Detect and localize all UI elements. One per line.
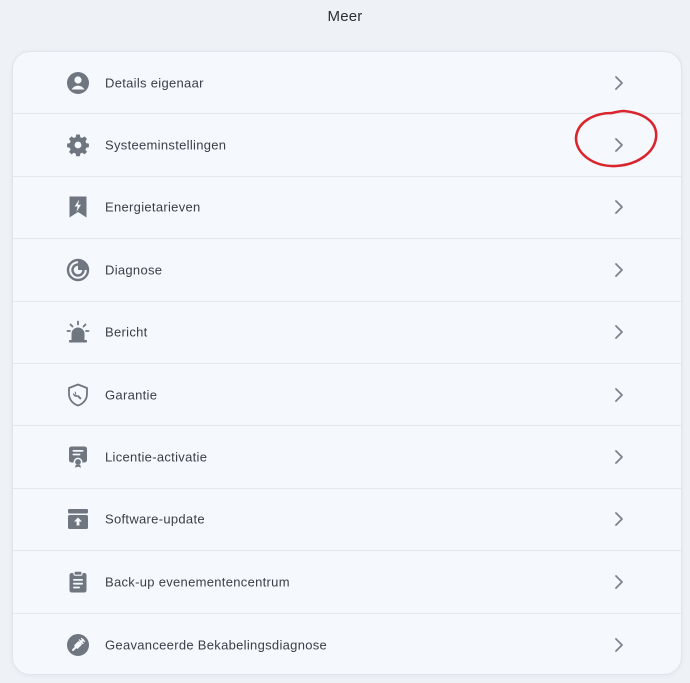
- chevron-right-icon: [611, 137, 627, 153]
- menu-item-system-settings[interactable]: Systeeminstellingen: [13, 114, 681, 177]
- menu-item-label: Systeeminstellingen: [105, 137, 227, 153]
- cable-plug-icon: [66, 633, 90, 657]
- menu-item-energy-tariffs[interactable]: Energietarieven: [13, 177, 681, 240]
- chevron-right-icon: [611, 449, 627, 465]
- menu-item-label: Software-update: [105, 511, 205, 527]
- chevron-right-icon: [611, 574, 627, 590]
- upload-box-icon: [66, 507, 90, 531]
- settings-menu-card: Details eigenaar Systeeminstellingen Ene…: [12, 51, 682, 675]
- menu-item-warranty[interactable]: Garantie: [13, 364, 681, 427]
- menu-item-label: Diagnose: [105, 262, 163, 278]
- menu-item-message[interactable]: Bericht: [13, 302, 681, 364]
- menu-item-label: Energietarieven: [105, 199, 201, 215]
- menu-item-backup-event-center[interactable]: Back-up evenementencentrum: [13, 551, 681, 614]
- clipboard-list-icon: [66, 570, 90, 594]
- more-page: Meer Details eigenaar Systeeminstellinge…: [0, 0, 690, 683]
- chevron-right-icon: [611, 324, 627, 340]
- chevron-right-icon: [611, 75, 627, 91]
- chevron-right-icon: [611, 262, 627, 278]
- menu-item-license-activation[interactable]: Licentie-activatie: [13, 426, 681, 489]
- shield-wrench-icon: [66, 383, 90, 407]
- menu-item-software-update[interactable]: Software-update: [13, 489, 681, 552]
- user-circle-icon: [66, 71, 90, 95]
- menu-item-label: Garantie: [105, 387, 158, 403]
- gear-icon: [66, 133, 90, 157]
- lightning-bookmark-icon: [66, 195, 90, 219]
- radar-chart-icon: [66, 258, 90, 282]
- menu-item-label: Bericht: [105, 324, 148, 340]
- page-title: Meer: [327, 8, 363, 25]
- chevron-right-icon: [611, 387, 627, 403]
- menu-item-label: Licentie-activatie: [105, 449, 208, 465]
- certificate-icon: [66, 445, 90, 469]
- chevron-right-icon: [611, 199, 627, 215]
- menu-item-diagnosis[interactable]: Diagnose: [13, 239, 681, 302]
- chevron-right-icon: [611, 511, 627, 527]
- menu-item-advanced-cabling-diagnosis[interactable]: Geavanceerde Bekabelingsdiagnose: [13, 614, 681, 674]
- menu-item-label: Geavanceerde Bekabelingsdiagnose: [105, 637, 328, 653]
- menu-item-label: Back-up evenementencentrum: [105, 574, 290, 590]
- alarm-siren-icon: [66, 320, 90, 344]
- menu-item-owner-details[interactable]: Details eigenaar: [13, 52, 681, 115]
- chevron-right-icon: [611, 637, 627, 653]
- menu-item-label: Details eigenaar: [105, 75, 204, 91]
